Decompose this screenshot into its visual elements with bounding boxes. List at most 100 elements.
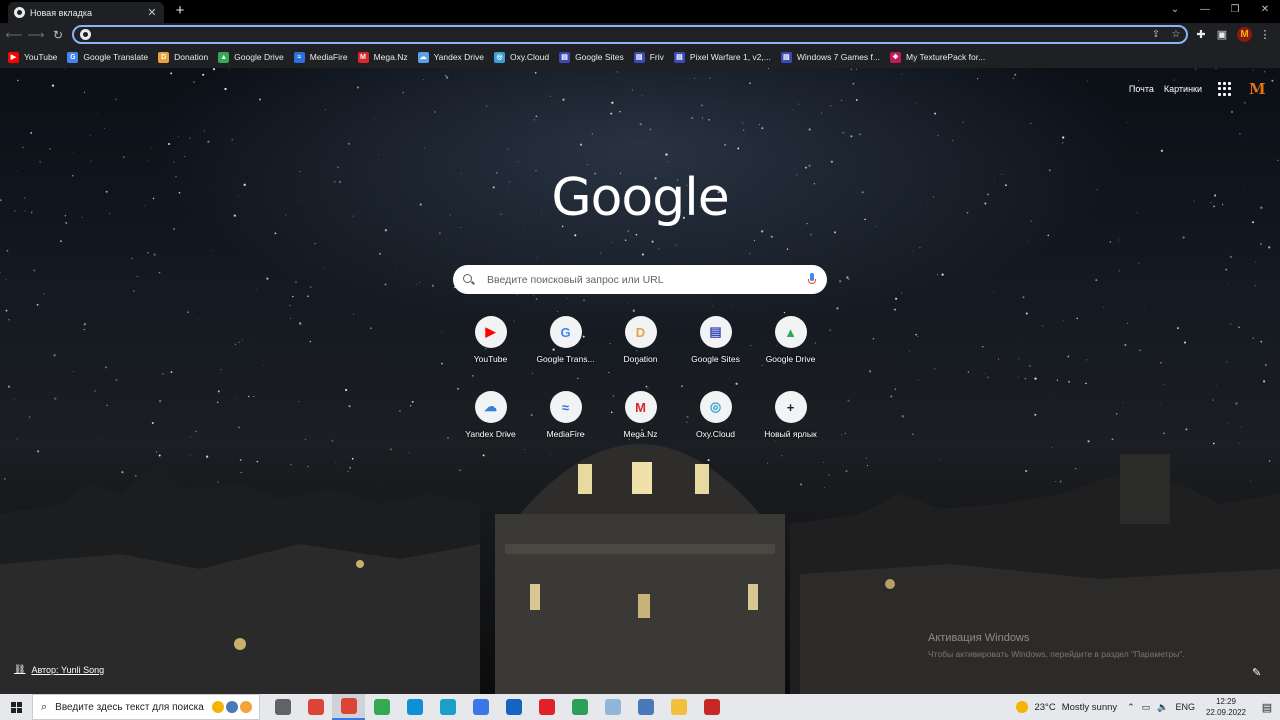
shortcut-tile[interactable]: ≈ MediaFire	[528, 389, 603, 454]
network-icon[interactable]: ▭	[1142, 702, 1151, 713]
customize-pencil-icon[interactable]: ✎	[1252, 666, 1261, 679]
volume-icon[interactable]: 🔈	[1157, 702, 1168, 713]
shortcut-tile[interactable]: D Donation	[603, 314, 678, 379]
taskbar-app[interactable]	[299, 694, 332, 720]
taskbar-app[interactable]	[596, 694, 629, 720]
opera-icon	[538, 699, 555, 715]
start-button[interactable]	[0, 694, 32, 720]
close-window-button[interactable]: ✕	[1250, 0, 1280, 20]
taskbar-app[interactable]	[431, 694, 464, 720]
star-dot	[374, 119, 376, 121]
taskbar-search-box[interactable]: ⌕ Введите здесь текст для поиска	[32, 694, 260, 720]
profile-avatar[interactable]: M	[1237, 27, 1252, 42]
tab-search-icon[interactable]: ⌄	[1160, 0, 1190, 20]
address-bar[interactable]: ⇪ ☆	[72, 25, 1188, 44]
taskbar-app[interactable]	[563, 694, 596, 720]
minimize-button[interactable]: —	[1190, 0, 1220, 20]
taskbar-app[interactable]	[530, 694, 563, 720]
mega-icon: M	[624, 391, 657, 423]
bookmark-item[interactable]: ▤ Friv	[633, 51, 664, 63]
ntp-search-box[interactable]	[453, 265, 827, 294]
shortcut-tile[interactable]: G Google Trans...	[528, 314, 603, 379]
bookmark-item[interactable]: G Google Translate	[67, 51, 148, 63]
new-tab-button[interactable]: +	[172, 2, 188, 20]
taskbar-app[interactable]	[662, 694, 695, 720]
side-panel-icon[interactable]: ▣	[1213, 26, 1231, 44]
star-dot	[294, 280, 298, 284]
tab-close-icon[interactable]: ✕	[146, 6, 158, 19]
bookmark-item[interactable]: ▶ YouTube	[8, 51, 57, 63]
bookmark-item[interactable]: ❖ My TexturePack for...	[889, 51, 985, 63]
taskbar-app[interactable]	[365, 694, 398, 720]
shortcut-tile[interactable]: ▶ YouTube	[453, 314, 528, 379]
star-dot	[122, 156, 125, 159]
taskbar-app[interactable]	[266, 694, 299, 720]
ntp-search-input[interactable]	[487, 273, 807, 286]
taskbar-app[interactable]	[398, 694, 431, 720]
taskbar-clock[interactable]: 12:29 22.09.2022	[1206, 696, 1246, 718]
star-dot	[379, 253, 381, 255]
tab-new-tab[interactable]: Новая вкладка ✕	[8, 2, 164, 23]
shortcut-tile[interactable]: M Mega.Nz	[603, 389, 678, 454]
omnibox-input[interactable]	[97, 29, 1146, 40]
star-dot	[830, 160, 834, 163]
weather-widget[interactable]: 23°C Mostly sunny	[1016, 701, 1117, 713]
star-dot	[97, 113, 99, 115]
extensions-icon[interactable]: ✚	[1192, 26, 1210, 44]
shortcut-tile[interactable]: + Новый ярлык	[753, 389, 828, 454]
star-dot	[104, 127, 106, 129]
star-dot	[507, 148, 509, 150]
star-dot	[114, 98, 118, 101]
menu-icon[interactable]: ⋮	[1256, 26, 1274, 44]
share-icon[interactable]: ⇪	[1146, 29, 1166, 40]
star-icon[interactable]: ☆	[1166, 29, 1186, 40]
shortcut-tile[interactable]: ◎ Oxy.Cloud	[678, 389, 753, 454]
restore-button[interactable]: ❐	[1220, 0, 1250, 20]
google-apps-icon[interactable]	[1218, 82, 1232, 96]
shortcut-tile[interactable]: ▤ Google Sites	[678, 314, 753, 379]
reload-button[interactable]: ↻	[48, 25, 68, 45]
back-button[interactable]: ⟵	[4, 25, 24, 45]
images-link[interactable]: Картинки	[1164, 84, 1202, 94]
star-dot	[635, 233, 638, 236]
bookmark-item[interactable]: ◎ Oxy.Cloud	[494, 51, 549, 63]
star-dot	[317, 270, 318, 272]
bookmark-item[interactable]: M Mega.Nz	[357, 51, 408, 63]
bookmark-item[interactable]: D Donation	[158, 51, 208, 63]
shortcut-tile[interactable]: ☁ Yandex Drive	[453, 389, 528, 454]
star-dot	[1137, 79, 1140, 82]
gmail-link[interactable]: Почта	[1129, 84, 1154, 94]
bookmark-item[interactable]: ☁ Yandex Drive	[417, 51, 484, 63]
taskbar-app[interactable]	[497, 694, 530, 720]
shortcut-tile[interactable]: ▲ Google Drive	[753, 314, 828, 379]
star-dot	[665, 153, 668, 156]
star-dot	[701, 104, 703, 107]
star-dot	[64, 68, 66, 70]
bookmark-item[interactable]: ≈ MediaFire	[293, 51, 348, 63]
chevron-up-icon[interactable]: ⌃	[1127, 702, 1135, 713]
star-dot	[39, 160, 42, 163]
ntp-account-avatar[interactable]: M	[1249, 80, 1266, 98]
bookmark-item[interactable]: ▲ Google Drive	[218, 51, 284, 63]
star-dot	[951, 139, 954, 142]
taskbar-app[interactable]	[629, 694, 662, 720]
background-author-link[interactable]: ⛓ Автор: Yunli Song	[14, 664, 104, 675]
star-dot	[1268, 246, 1271, 249]
taskbar-app[interactable]	[695, 694, 728, 720]
bookmark-item[interactable]: ▤ Pixel Warfare 1, v2,...	[673, 51, 771, 63]
notifications-icon[interactable]: ▤	[1254, 694, 1280, 720]
star-dot	[941, 273, 944, 276]
star-dot	[1011, 124, 1013, 126]
star-dot	[675, 244, 677, 246]
bookmark-item[interactable]: ▤ Windows 7 Games f...	[780, 51, 880, 63]
link-icon: ⛓	[14, 664, 26, 674]
microphone-icon[interactable]	[807, 272, 817, 287]
language-indicator[interactable]: ENG	[1175, 702, 1195, 712]
taskbar-app[interactable]	[332, 694, 365, 720]
star-dot	[895, 297, 898, 300]
bookmark-item[interactable]: ▤ Google Sites	[559, 51, 624, 63]
taskbar-app[interactable]	[464, 694, 497, 720]
star-dot	[1063, 319, 1064, 321]
star-dot	[1034, 377, 1037, 380]
forward-button[interactable]: ⟶	[26, 25, 46, 45]
